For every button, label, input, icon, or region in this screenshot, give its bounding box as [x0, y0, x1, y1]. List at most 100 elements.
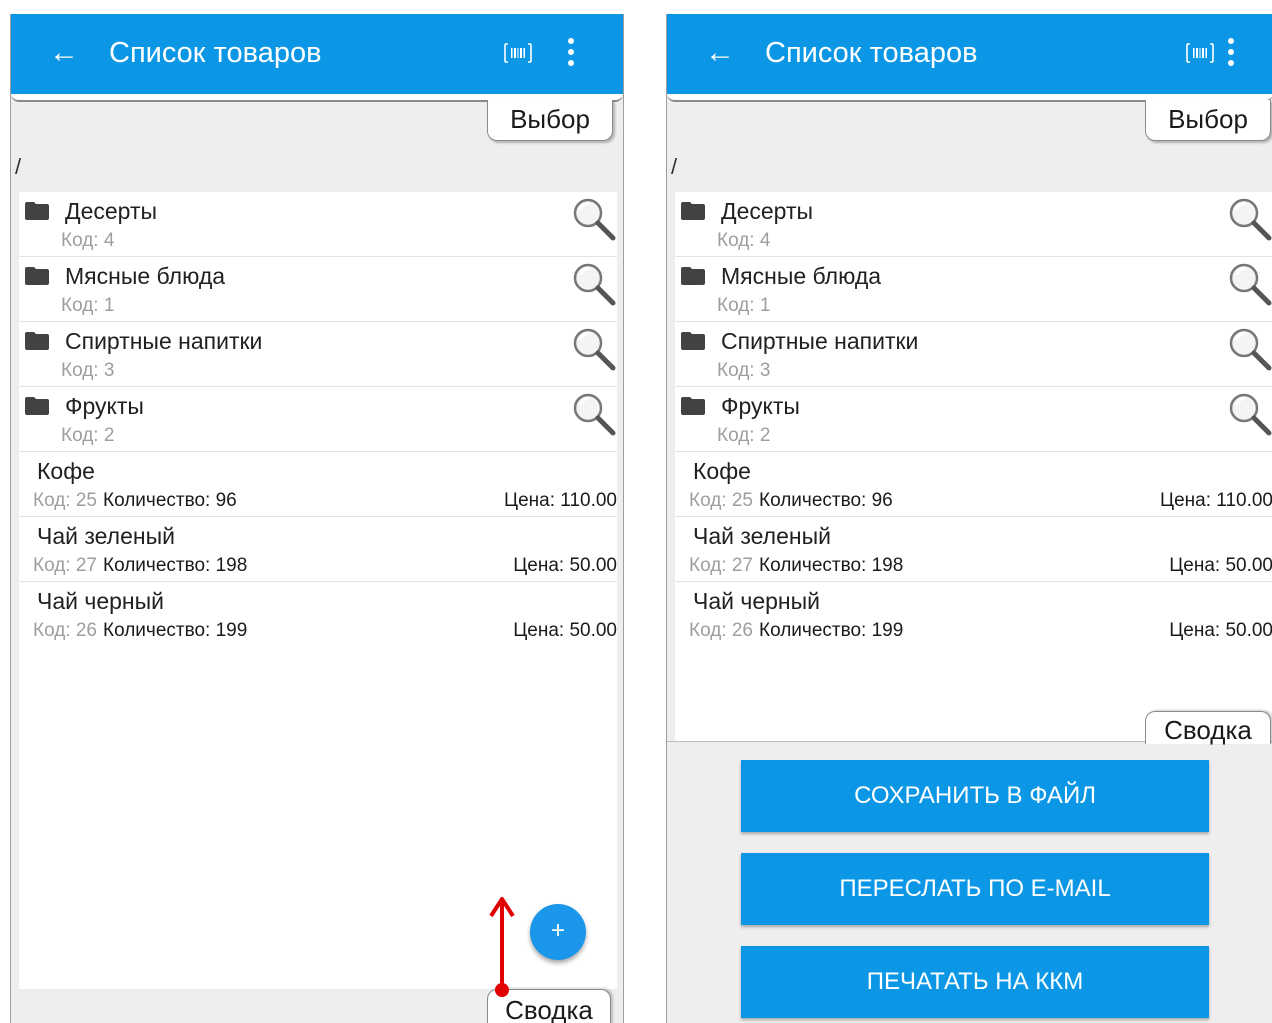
product-row[interactable]: Кофе Код: 25 Количество: 96 Цена: 110.00 — [19, 452, 617, 517]
group-row[interactable]: Фрукты Код: 2 — [675, 387, 1272, 452]
more-vert-icon[interactable] — [567, 38, 575, 68]
phone-screen-right: ← Список товаров Выбор / Десерты Код: 4 … — [666, 14, 1272, 1023]
product-code: Код: 25 — [689, 490, 753, 511]
folder-icon — [681, 202, 705, 220]
product-details: Код: 26 Количество: 199 — [33, 620, 247, 642]
product-price: Цена: 110.00 — [504, 490, 617, 511]
more-vert-icon[interactable] — [1227, 38, 1235, 68]
product-name: Чай черный — [693, 588, 821, 614]
search-icon[interactable] — [1227, 326, 1272, 372]
product-code: Код: 27 — [33, 555, 97, 576]
folder-icon — [25, 397, 49, 415]
product-list: Десерты Код: 4 Мясные блюда Код: 1 Спирт… — [19, 192, 617, 989]
search-icon[interactable] — [1227, 391, 1272, 437]
product-quantity: Количество: 96 — [103, 490, 237, 511]
folder-icon — [681, 397, 705, 415]
group-row[interactable]: Мясные блюда Код: 1 — [675, 257, 1272, 322]
group-code: Код: 2 — [717, 425, 771, 446]
group-code: Код: 1 — [61, 295, 115, 316]
app-bar: ← Список товаров — [667, 14, 1272, 94]
send-by-email-button[interactable]: ПЕРЕСЛАТЬ ПО E-MAIL — [741, 853, 1209, 925]
group-row[interactable]: Мясные блюда Код: 1 — [19, 257, 617, 322]
group-name: Мясные блюда — [721, 263, 882, 289]
product-code: Код: 27 — [689, 555, 753, 576]
group-code: Код: 2 — [61, 425, 115, 446]
group-row[interactable]: Фрукты Код: 2 — [19, 387, 617, 452]
save-to-file-button[interactable]: СОХРАНИТЬ В ФАЙЛ — [741, 760, 1209, 832]
swipe-up-arrow-icon — [489, 897, 515, 997]
group-row[interactable]: Спиртные напитки Код: 3 — [19, 322, 617, 387]
group-name: Десерты — [721, 198, 814, 224]
product-code: Код: 26 — [33, 620, 97, 641]
search-icon[interactable] — [1227, 196, 1272, 242]
folder-icon — [25, 202, 49, 220]
group-code: Код: 4 — [61, 230, 115, 251]
product-quantity: Количество: 96 — [759, 490, 893, 511]
back-arrow-icon[interactable]: ← — [49, 34, 79, 72]
product-list: Десерты Код: 4 Мясные блюда Код: 1 Спирт… — [675, 192, 1272, 741]
product-quantity: Количество: 198 — [103, 555, 248, 576]
product-details: Код: 27 Количество: 198 — [33, 555, 247, 577]
product-name: Чай зеленый — [693, 523, 831, 549]
folder-icon — [681, 332, 705, 350]
group-name: Десерты — [65, 198, 158, 224]
barcode-icon[interactable] — [503, 41, 533, 65]
product-name: Чай зеленый — [37, 523, 175, 549]
app-bar-title: Список товаров — [109, 37, 322, 69]
search-icon[interactable] — [1227, 261, 1272, 307]
group-name: Спиртные напитки — [65, 328, 263, 354]
product-price: Цена: 50.00 — [513, 555, 617, 576]
app-bar: ← Список товаров — [11, 14, 623, 94]
folder-icon — [25, 332, 49, 350]
group-name: Спиртные напитки — [721, 328, 919, 354]
group-code: Код: 3 — [717, 360, 771, 381]
product-name: Чай черный — [37, 588, 165, 614]
folder-icon — [681, 267, 705, 285]
group-row[interactable]: Десерты Код: 4 — [675, 192, 1272, 257]
product-name: Кофе — [37, 458, 95, 484]
print-on-kkm-button[interactable]: ПЕЧАТАТЬ НА ККМ — [741, 946, 1209, 1018]
search-icon[interactable] — [571, 326, 617, 372]
app-bar-title: Список товаров — [765, 37, 978, 69]
product-row[interactable]: Кофе Код: 25 Количество: 96 Цена: 110.00 — [675, 452, 1272, 517]
phone-screen-left: ← Список товаров Выбор / Десерты Код: 4 … — [10, 14, 624, 1023]
group-name: Фрукты — [65, 393, 144, 419]
product-row[interactable]: Чай зеленый Код: 27 Количество: 198 Цена:… — [19, 517, 617, 582]
group-row[interactable]: Спиртные напитки Код: 3 — [675, 322, 1272, 387]
search-icon[interactable] — [571, 261, 617, 307]
product-quantity: Количество: 199 — [103, 620, 248, 641]
group-row[interactable]: Десерты Код: 4 — [19, 192, 617, 257]
tab-select[interactable]: Выбор — [487, 100, 613, 141]
product-details: Код: 25 Количество: 96 — [33, 490, 237, 512]
group-name: Мясные блюда — [65, 263, 226, 289]
product-quantity: Количество: 198 — [759, 555, 904, 576]
group-code: Код: 1 — [717, 295, 771, 316]
tab-select[interactable]: Выбор — [1145, 100, 1271, 141]
product-price: Цена: 50.00 — [1169, 620, 1272, 641]
product-name: Кофе — [693, 458, 751, 484]
product-quantity: Количество: 199 — [759, 620, 904, 641]
product-price: Цена: 50.00 — [1169, 555, 1272, 576]
product-row[interactable]: Чай черный Код: 26 Количество: 199 Цена: … — [19, 582, 617, 646]
search-icon[interactable] — [571, 391, 617, 437]
tab-summary[interactable]: Сводка — [1145, 711, 1271, 745]
group-code: Код: 4 — [717, 230, 771, 251]
product-code: Код: 26 — [689, 620, 753, 641]
product-row[interactable]: Чай зеленый Код: 27 Количество: 198 Цена:… — [675, 517, 1272, 582]
group-name: Фрукты — [721, 393, 800, 419]
summary-panel: СОХРАНИТЬ В ФАЙЛ ПЕРЕСЛАТЬ ПО E-MAIL ПЕЧ… — [667, 741, 1272, 1023]
back-arrow-icon[interactable]: ← — [705, 34, 735, 72]
product-details: Код: 26 Количество: 199 — [689, 620, 903, 642]
folder-path: / — [15, 154, 22, 179]
product-details: Код: 25 Количество: 96 — [689, 490, 893, 512]
product-details: Код: 27 Количество: 198 — [689, 555, 903, 577]
product-price: Цена: 50.00 — [513, 620, 617, 641]
product-row[interactable]: Чай черный Код: 26 Количество: 199 Цена: … — [675, 582, 1272, 646]
product-code: Код: 25 — [33, 490, 97, 511]
folder-icon — [25, 267, 49, 285]
barcode-icon[interactable] — [1185, 41, 1215, 65]
search-icon[interactable] — [571, 196, 617, 242]
product-price: Цена: 110.00 — [1160, 490, 1272, 511]
add-fab-button[interactable]: + — [530, 904, 586, 960]
folder-path: / — [671, 154, 678, 179]
